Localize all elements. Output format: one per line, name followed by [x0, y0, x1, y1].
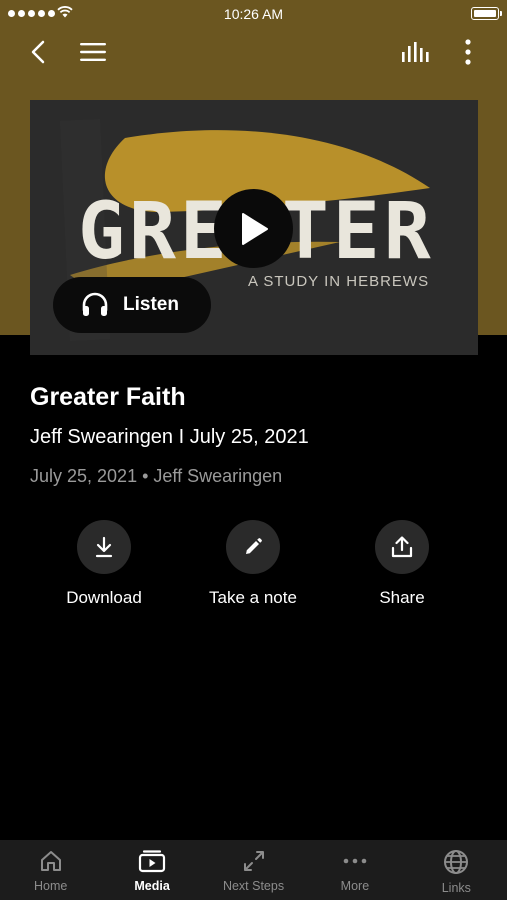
- chevron-left-icon: [31, 40, 45, 64]
- media-subtitle: Jeff Swearingen I July 25, 2021: [30, 426, 309, 448]
- tab-next-steps[interactable]: Next Steps: [203, 840, 304, 900]
- tab-media-label: Media: [134, 879, 170, 893]
- hamburger-menu-icon: [80, 43, 106, 61]
- tab-links-label: Links: [441, 881, 471, 895]
- pencil-icon: [246, 538, 262, 554]
- tab-more[interactable]: More: [304, 840, 405, 900]
- download-circle: [77, 520, 131, 574]
- share-circle: [375, 520, 429, 574]
- tab-bar: Home Media Next Steps More Links: [0, 840, 507, 900]
- take-note-button[interactable]: Take a note: [178, 520, 328, 608]
- download-button[interactable]: Download: [29, 520, 179, 608]
- artwork-subtitle: A STUDY IN HEBREWS: [248, 273, 430, 290]
- play-icon: [241, 212, 268, 245]
- download-label: Download: [66, 588, 142, 607]
- vertical-ellipsis-icon: [465, 39, 471, 65]
- tab-links[interactable]: Links: [406, 840, 507, 900]
- more-options-button[interactable]: [450, 36, 486, 68]
- audio-levels-icon: [402, 42, 429, 62]
- listen-button[interactable]: Listen: [53, 277, 211, 333]
- more-icon: [343, 858, 367, 864]
- tab-home-label: Home: [34, 879, 68, 893]
- tab-more-label: More: [340, 879, 370, 893]
- audio-levels-button[interactable]: [397, 36, 433, 68]
- globe-icon: [444, 850, 469, 874]
- headphones-icon: [82, 292, 108, 316]
- battery-icon: [471, 7, 502, 20]
- take-note-label: Take a note: [209, 588, 297, 607]
- media-meta: July 25, 2021 • Jeff Swearingen: [30, 466, 283, 486]
- tab-home[interactable]: Home: [0, 840, 101, 900]
- media-title: Greater Faith: [30, 383, 186, 411]
- back-button[interactable]: [20, 36, 56, 68]
- tab-next-steps-label: Next Steps: [222, 879, 285, 893]
- menu-button[interactable]: [75, 36, 111, 68]
- share-label: Share: [379, 588, 425, 607]
- home-icon: [40, 851, 61, 871]
- next-steps-icon: [243, 851, 264, 871]
- play-button[interactable]: [214, 189, 293, 268]
- listen-label: Listen: [123, 294, 179, 315]
- share-button[interactable]: Share: [327, 520, 477, 608]
- media-icon: [139, 850, 166, 873]
- share-icon: [391, 536, 413, 558]
- download-icon: [95, 536, 113, 558]
- take-note-circle: [226, 520, 280, 574]
- status-time: 10:26 AM: [223, 6, 284, 22]
- status-bar: 10:26 AM: [0, 0, 507, 28]
- tab-media[interactable]: Media: [101, 840, 202, 900]
- sermon-artwork: GREATER A STUDY IN HEBREWS Listen: [30, 100, 478, 355]
